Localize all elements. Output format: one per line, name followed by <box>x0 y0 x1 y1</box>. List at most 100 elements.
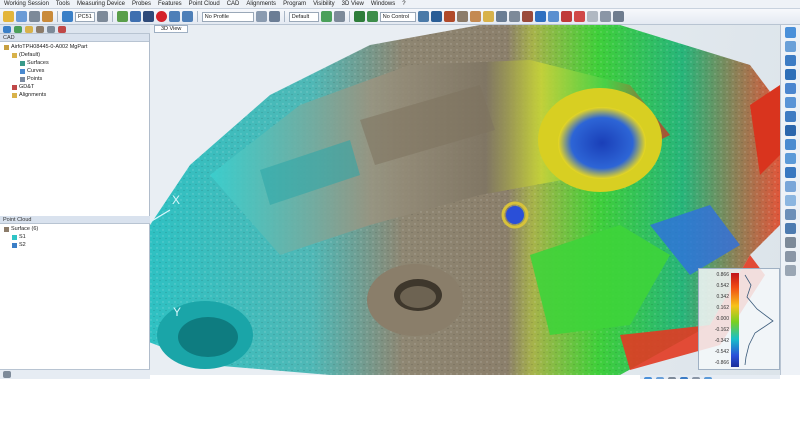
profile-icon[interactable] <box>255 11 267 22</box>
mirror-icon[interactable] <box>495 11 507 22</box>
menu-item[interactable]: ? <box>402 1 405 7</box>
clip-icon[interactable] <box>785 223 796 234</box>
alignments-tab-icon[interactable] <box>25 25 33 33</box>
menu-item[interactable]: Probes <box>132 1 151 7</box>
default-select[interactable]: Default <box>288 11 319 22</box>
view-iso-icon[interactable] <box>785 125 796 136</box>
toolbar-separator <box>196 11 198 22</box>
program-tab-icon[interactable] <box>47 25 55 33</box>
measure-icon[interactable] <box>785 209 796 220</box>
view-side-icon[interactable] <box>785 111 796 122</box>
tree-item[interactable]: AirfoTPH08445-0-A002 MgPart <box>0 43 149 51</box>
more-icon[interactable] <box>612 11 624 22</box>
status-icon[interactable] <box>3 371 11 378</box>
rewind-icon[interactable] <box>181 11 193 22</box>
view-front-icon[interactable] <box>785 83 796 94</box>
pause-icon[interactable] <box>129 11 141 22</box>
tree-item-label: AirfoTPH08445-0-A002 MgPart <box>11 44 88 50</box>
stats-icon[interactable] <box>430 11 442 22</box>
check-icon[interactable] <box>320 11 332 22</box>
tree-node-icon <box>12 242 17 248</box>
control-select[interactable]: No Control <box>379 11 416 22</box>
target-icon[interactable] <box>521 11 533 22</box>
expand-icon[interactable] <box>785 265 796 276</box>
pointcloud-panel-header: Point Cloud <box>0 216 150 224</box>
play-icon[interactable] <box>116 11 128 22</box>
table-icon[interactable] <box>417 11 429 22</box>
tab-3d-view[interactable]: 3D View <box>154 25 189 33</box>
crosshair-icon[interactable] <box>508 11 520 22</box>
menu-item[interactable]: Measuring Device <box>77 1 125 7</box>
tree-item[interactable]: Surface (6) <box>0 225 150 233</box>
layers-icon[interactable] <box>333 11 345 22</box>
scan-icon[interactable] <box>573 11 585 22</box>
menu-item[interactable]: 3D View <box>342 1 364 7</box>
cad-panel-header: CAD <box>0 34 149 42</box>
chart-icon[interactable] <box>353 11 365 22</box>
select-icon[interactable] <box>560 11 572 22</box>
fit-icon[interactable] <box>785 69 796 80</box>
probe-icon[interactable] <box>62 11 73 22</box>
cloud-icon[interactable] <box>456 11 468 22</box>
settings-icon[interactable] <box>29 11 40 22</box>
render-icon[interactable] <box>785 237 796 248</box>
record-icon[interactable] <box>155 11 167 22</box>
tree-item[interactable]: Alignments <box>0 91 149 99</box>
tree-item[interactable]: (Default) <box>0 51 149 59</box>
light-icon[interactable] <box>785 195 796 206</box>
camera-icon[interactable] <box>785 251 796 262</box>
tree-item[interactable]: Points <box>0 75 149 83</box>
tree-node-icon <box>12 92 17 98</box>
wireframe-icon[interactable] <box>785 167 796 178</box>
menu-item[interactable]: Visibility <box>313 1 335 7</box>
menu-item[interactable]: Windows <box>371 1 395 7</box>
view-top-icon[interactable] <box>785 97 796 108</box>
grid-icon[interactable] <box>268 11 280 22</box>
pan-icon[interactable] <box>785 41 796 52</box>
mesh-icon[interactable] <box>586 11 598 22</box>
heatmap-hole <box>558 107 646 179</box>
edit-icon[interactable] <box>42 11 53 22</box>
menu-item[interactable]: Working Session <box>4 1 49 7</box>
profile-select[interactable]: No Profile <box>201 11 254 22</box>
menu-item[interactable]: CAD <box>227 1 240 7</box>
new-session-icon[interactable] <box>3 11 14 22</box>
points-icon[interactable] <box>785 181 796 192</box>
menu-item[interactable]: Tools <box>56 1 70 7</box>
axis-icon[interactable] <box>534 11 546 22</box>
rotate-icon[interactable] <box>785 55 796 66</box>
3d-viewport[interactable]: X Y Z <box>150 25 780 375</box>
box-icon[interactable] <box>469 11 481 22</box>
probe-arrow-icon[interactable] <box>96 11 108 22</box>
shade-icon[interactable] <box>785 153 796 164</box>
tree-item[interactable]: Curves <box>0 67 149 75</box>
tag-icon[interactable] <box>482 11 494 22</box>
features-tab-icon[interactable] <box>14 25 22 33</box>
report-icon[interactable] <box>366 11 378 22</box>
menu-bar: Working Session Tools Measuring Device Prob… <box>0 0 800 9</box>
open-icon[interactable] <box>16 11 27 22</box>
menu-item[interactable]: Alignments <box>246 1 276 7</box>
gauge-icon[interactable] <box>443 11 455 22</box>
menu-item[interactable]: Point Cloud <box>189 1 220 7</box>
tree-item-label: S2 <box>19 242 26 248</box>
probe-select[interactable]: PC51 <box>75 11 95 22</box>
tree-item[interactable]: S2 <box>0 241 150 249</box>
small-hole <box>506 206 524 224</box>
report-tab-icon[interactable] <box>58 25 66 33</box>
legend-label: -0.542 <box>714 349 729 355</box>
menu-item[interactable]: Features <box>158 1 182 7</box>
menu-item[interactable]: Program <box>283 1 306 7</box>
tree-item[interactable]: S1 <box>0 233 150 241</box>
section-icon[interactable] <box>785 139 796 150</box>
step-icon[interactable] <box>168 11 180 22</box>
right-toolbar <box>780 25 800 375</box>
tree-item[interactable]: GD&T <box>0 83 149 91</box>
cursor-icon[interactable] <box>599 11 611 22</box>
tree-item[interactable]: Surfaces <box>0 59 149 67</box>
stop-icon[interactable] <box>142 11 154 22</box>
move-icon[interactable] <box>547 11 559 22</box>
cad-tab-icon[interactable] <box>3 25 11 33</box>
cloud-tab-icon[interactable] <box>36 25 44 33</box>
zoom-icon[interactable] <box>785 27 796 38</box>
